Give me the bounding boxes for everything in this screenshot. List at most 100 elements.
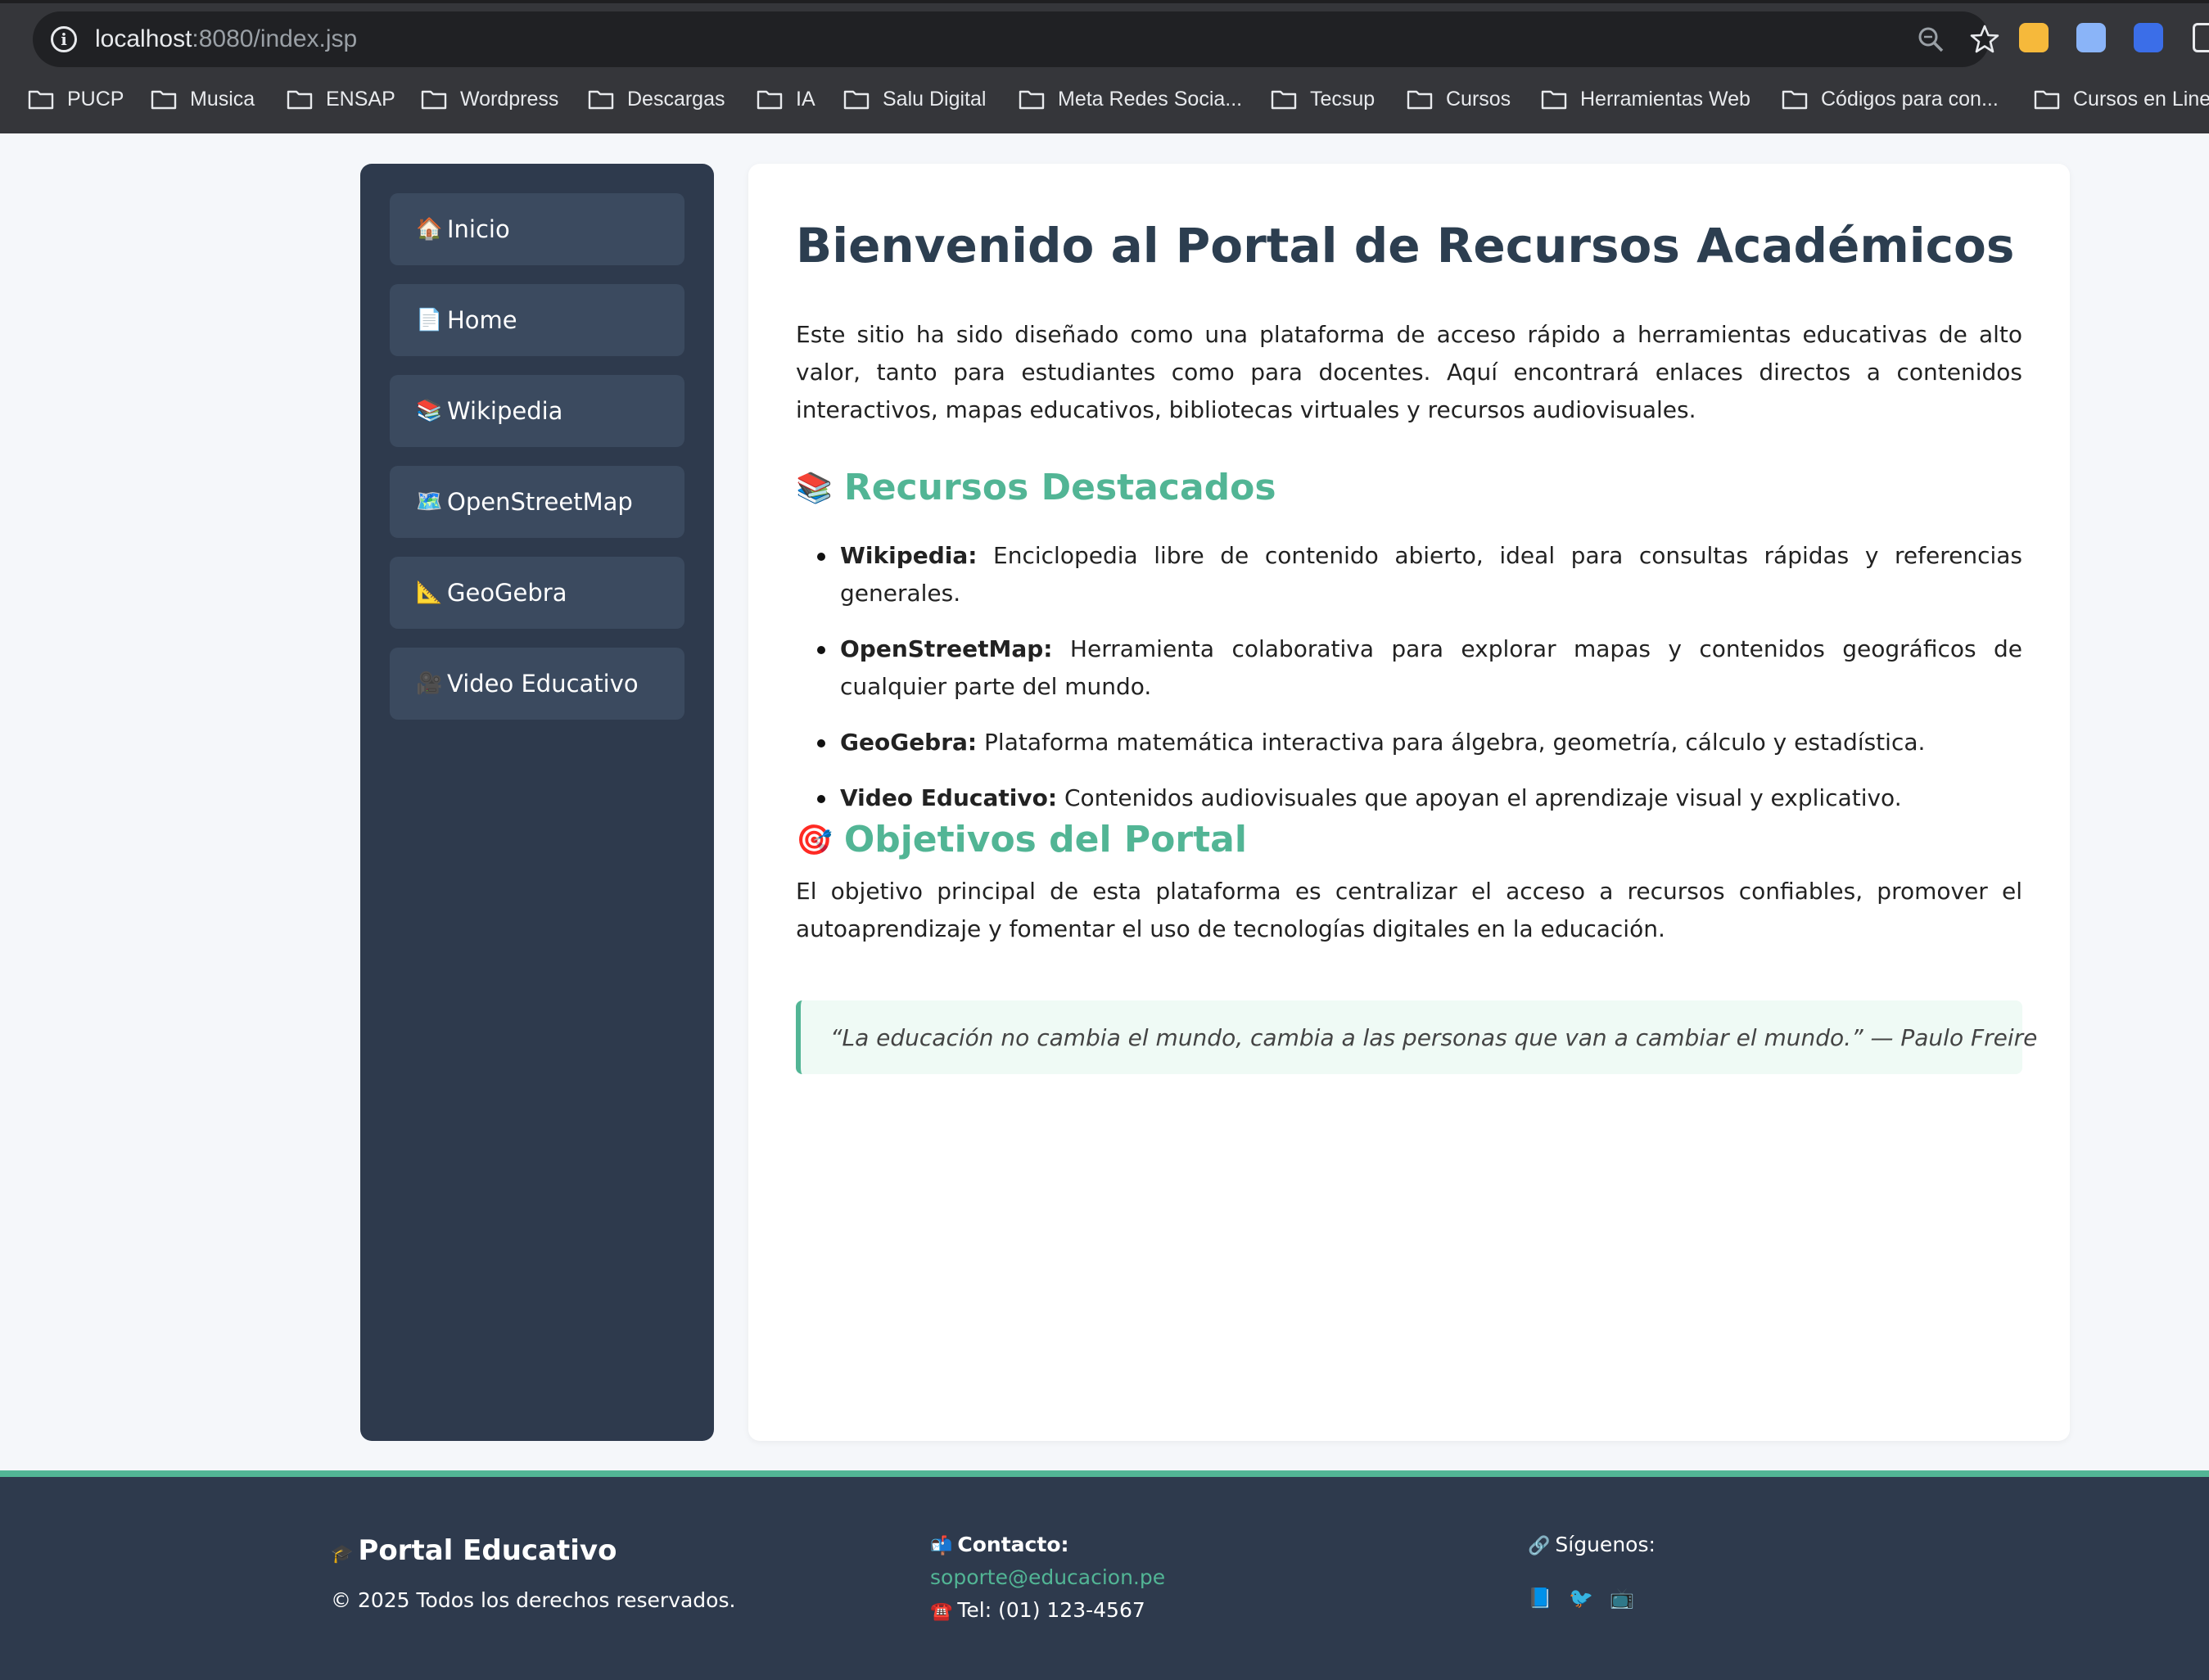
footer-follow: 🔗 Síguenos: [1528, 1533, 1656, 1556]
folder-icon [1271, 90, 1297, 110]
sidebar-item-label: Wikipedia [447, 397, 563, 425]
sidebar: 🏠 Inicio 📄 Home 📚 Wikipedia 🗺️ OpenStree… [360, 164, 714, 1441]
bookmark-item[interactable]: Cursos en Line [2034, 80, 2209, 118]
page-title: Bienvenido al Portal de Recursos Académi… [796, 218, 2015, 273]
bookmark-item[interactable]: Herramientas Web [1541, 80, 1750, 118]
sidebar-item-inicio[interactable]: 🏠 Inicio [390, 193, 684, 265]
sidebar-item-label: Video Educativo [447, 670, 639, 698]
folder-icon [2034, 90, 2060, 110]
extension-icon[interactable] [2134, 23, 2163, 52]
bookmark-item[interactable]: Cursos [1407, 80, 1511, 118]
main-content: Bienvenido al Portal de Recursos Académi… [748, 164, 2070, 1441]
bookmark-label: Wordpress [460, 87, 559, 111]
extensions-menu-icon[interactable] [2193, 23, 2209, 52]
list-item: OpenStreetMap: Herramienta colaborativa … [796, 630, 2022, 706]
facebook-icon[interactable]: 📘 [1528, 1587, 1552, 1610]
map-icon: 🗺️ [416, 490, 443, 514]
resource-name: GeoGebra: [840, 729, 978, 756]
bookmark-star-icon[interactable] [1968, 23, 2001, 56]
bookmark-item[interactable]: Wordpress [421, 80, 558, 118]
bookmark-label: Meta Redes Socia... [1058, 87, 1243, 111]
bullet-icon [817, 795, 825, 803]
bookmark-label: Salu Digital [883, 87, 987, 111]
resource-description: Enciclopedia libre de contenido abierto,… [840, 542, 2022, 607]
zoom-icon[interactable] [1916, 25, 1945, 54]
resource-name: Wikipedia: [840, 542, 978, 569]
bullet-icon [817, 739, 825, 747]
footer-email-link[interactable]: soporte@educacion.pe [930, 1565, 1165, 1589]
bookmark-item[interactable]: ENSAP [287, 80, 395, 118]
tab-strip-edge [0, 0, 2209, 3]
address-bar[interactable]: i localhost:8080/index.jsp [33, 11, 1999, 67]
document-icon: 📄 [416, 308, 443, 332]
url-path: :8080/index.jsp [192, 25, 358, 52]
folder-icon [843, 90, 870, 110]
footer-brand-label: Portal Educativo [358, 1534, 617, 1567]
bookmark-item[interactable]: Tecsup [1271, 80, 1375, 118]
resources-list: Wikipedia: Enciclopedia libre de conteni… [796, 537, 2022, 835]
extension-icon[interactable] [2019, 23, 2049, 52]
folder-icon [28, 90, 54, 110]
sidebar-item-geogebra[interactable]: 📐 GeoGebra [390, 557, 684, 629]
site-info-icon[interactable]: i [51, 26, 77, 52]
bookmark-label: Descargas [627, 87, 725, 111]
footer-follow-label: Síguenos: [1555, 1533, 1656, 1556]
folder-icon [588, 90, 614, 110]
books-icon: 📚 [416, 399, 443, 423]
footer: 🎓 Portal Educativo © 2025 Todos los derec… [0, 1470, 2209, 1680]
bookmark-label: Herramientas Web [1580, 87, 1750, 111]
bookmarks-bar: PUCP Musica ENSAP Wordpress Descargas IA Salu … [0, 80, 2209, 118]
footer-brand: 🎓 Portal Educativo [331, 1534, 617, 1567]
extension-icon[interactable] [2076, 23, 2106, 52]
folder-icon [1782, 90, 1808, 110]
sidebar-item-video-educativo[interactable]: 🎥 Video Educativo [390, 648, 684, 720]
objectives-heading: 🎯 Objetivos del Portal [796, 819, 1247, 860]
target-icon: 🎯 [796, 823, 833, 857]
sidebar-item-home[interactable]: 📄 Home [390, 284, 684, 356]
sidebar-item-label: Inicio [447, 215, 510, 243]
bookmark-item[interactable]: Códigos para con... [1782, 80, 1999, 118]
folder-icon [1541, 90, 1567, 110]
twitter-icon[interactable]: 🐦 [1569, 1587, 1593, 1610]
resources-heading: 📚 Recursos Destacados [796, 467, 1276, 508]
folder-icon [287, 90, 313, 110]
folder-icon [421, 90, 447, 110]
resource-name: OpenStreetMap: [840, 635, 1053, 662]
bookmark-item[interactable]: Descargas [588, 80, 725, 118]
bookmark-item[interactable]: Musica [151, 80, 255, 118]
home-icon: 🏠 [416, 217, 443, 242]
browser-chrome: i localhost:8080/index.jsp PUCP Musica ENS… [0, 0, 2209, 133]
bookmark-label: Musica [190, 87, 255, 111]
bookmark-item[interactable]: IA [757, 80, 815, 118]
sidebar-item-label: GeoGebra [447, 579, 567, 607]
sidebar-item-openstreetmap[interactable]: 🗺️ OpenStreetMap [390, 466, 684, 538]
footer-telephone-label: Tel: (01) 123-4567 [957, 1598, 1145, 1622]
footer-contact-label: Contacto: [957, 1533, 1069, 1556]
bookmark-label: Códigos para con... [1821, 87, 1999, 111]
bookmark-label: IA [796, 87, 815, 111]
folder-icon [757, 90, 783, 110]
folder-icon [1019, 90, 1045, 110]
link-icon: 🔗 [1528, 1536, 1551, 1556]
bookmark-item[interactable]: PUCP [28, 80, 124, 118]
resource-description: Plataforma matemática interactiva para á… [977, 729, 1926, 756]
url-text[interactable]: localhost:8080/index.jsp [95, 23, 357, 56]
list-item: GeoGebra: Plataforma matemática interact… [796, 724, 2022, 761]
youtube-icon[interactable]: 📺 [1610, 1587, 1634, 1610]
sidebar-item-label: OpenStreetMap [447, 488, 633, 516]
bookmark-label: ENSAP [326, 87, 395, 111]
folder-icon [1407, 90, 1433, 110]
bookmark-label: Cursos en Line [2073, 87, 2209, 111]
footer-telephone: ☎️ Tel: (01) 123-4567 [930, 1598, 1145, 1622]
bookmark-label: PUCP [67, 87, 124, 111]
bookmark-item[interactable]: Meta Redes Socia... [1019, 80, 1242, 118]
list-item: Wikipedia: Enciclopedia libre de conteni… [796, 537, 2022, 612]
folder-icon [151, 90, 177, 110]
sidebar-item-wikipedia[interactable]: 📚 Wikipedia [390, 375, 684, 447]
footer-contact-title: 📬 Contacto: [930, 1533, 1069, 1556]
objectives-heading-label: Objetivos del Portal [843, 819, 1247, 860]
sidebar-item-label: Home [447, 306, 517, 334]
books-icon: 📚 [796, 471, 833, 505]
bookmark-label: Tecsup [1310, 87, 1376, 111]
bookmark-item[interactable]: Salu Digital [843, 80, 986, 118]
